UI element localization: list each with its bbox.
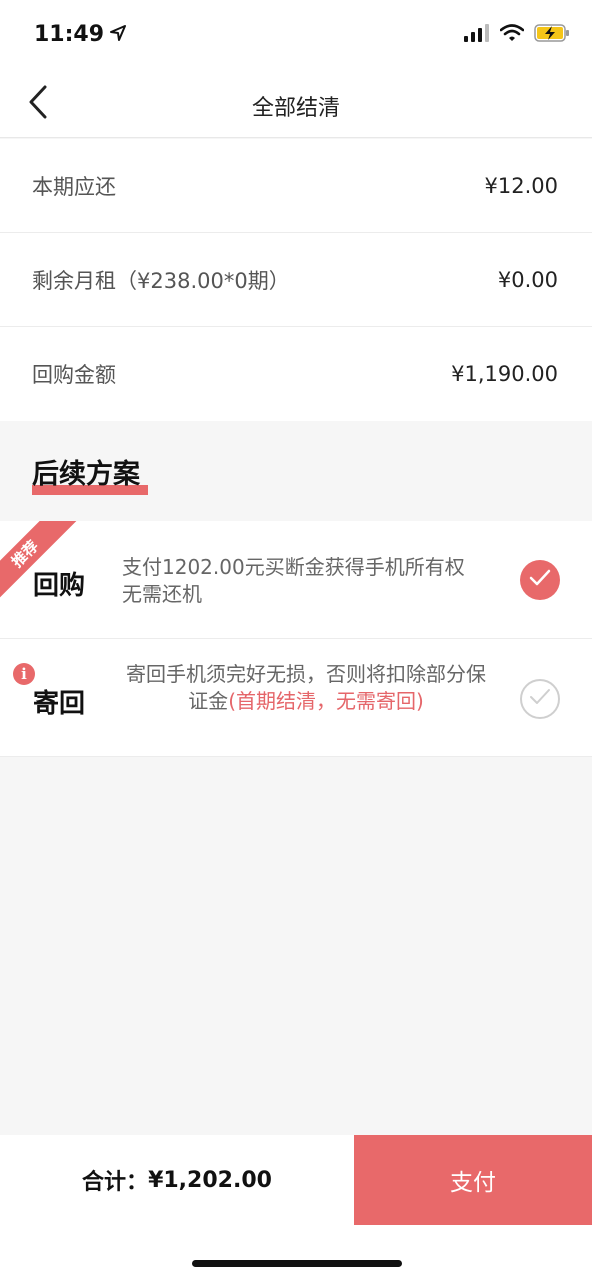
- plan-list: 推荐 回购 支付1202.00元买断金获得手机所有权无需还机 i 寄回 寄回手机…: [0, 521, 592, 757]
- amount-list: 本期应还 ¥12.00 剩余月租（¥238.00*0期） ¥0.00 回购金额 …: [0, 139, 592, 421]
- row-buyback-amount: 回购金额 ¥1,190.00: [0, 327, 592, 421]
- page: 11:49 全部结清 本期应还 ¥12.00 剩余月租（¥238.00*0期） …: [0, 0, 592, 1280]
- home-indicator[interactable]: [192, 1260, 402, 1267]
- row-value: ¥0.00: [497, 267, 558, 292]
- plan-description: 寄回手机须完好无损，否则将扣除部分保证金(首期结清，无需寄回): [122, 661, 490, 715]
- row-value: ¥12.00: [484, 173, 558, 198]
- plan-name: 回购: [33, 571, 86, 601]
- total-label: 合计：: [82, 1170, 149, 1195]
- plan-checkbox-unselected[interactable]: [520, 679, 560, 719]
- bottom-bar: 合计： ¥1,202.00 支付: [0, 1135, 592, 1225]
- plan-note: (首期结清，无需寄回): [228, 689, 424, 713]
- info-icon[interactable]: i: [13, 663, 35, 685]
- checkmark-icon: [529, 569, 551, 591]
- section-heading: 后续方案: [32, 452, 148, 495]
- total-summary: 合计： ¥1,202.00: [0, 1135, 354, 1225]
- signal-icon: [464, 24, 490, 46]
- row-label: 回购金额: [32, 363, 116, 387]
- section-title: 后续方案: [32, 459, 140, 490]
- status-time: 11:49: [34, 22, 105, 47]
- plan-description: 支付1202.00元买断金获得手机所有权无需还机: [122, 555, 465, 606]
- row-label: 本期应还: [32, 174, 116, 199]
- location-arrow-icon: [110, 22, 127, 47]
- page-title: 全部结清: [251, 96, 340, 121]
- status-icons: [464, 24, 570, 46]
- wifi-icon: [499, 24, 525, 46]
- status-time-group: 11:49: [34, 22, 127, 47]
- home-indicator-area: [0, 1225, 592, 1280]
- plan-return[interactable]: i 寄回 寄回手机须完好无损，否则将扣除部分保证金(首期结清，无需寄回): [0, 639, 592, 757]
- total-value: ¥1,202.00: [148, 1167, 272, 1193]
- plan-name: 寄回: [33, 689, 86, 719]
- status-bar: 11:49: [0, 0, 592, 72]
- battery-charging-icon: [534, 24, 570, 46]
- pay-button[interactable]: 支付: [354, 1135, 592, 1225]
- plan-checkbox-selected[interactable]: [520, 560, 560, 600]
- checkmark-icon: [529, 688, 551, 710]
- plan-buyback[interactable]: 推荐 回购 支付1202.00元买断金获得手机所有权无需还机: [0, 521, 592, 639]
- nav-bar: 全部结清: [0, 72, 592, 138]
- row-value: ¥1,190.00: [451, 362, 558, 386]
- row-label: 剩余月租（¥238.00*0期）: [32, 268, 290, 293]
- row-current-due: 本期应还 ¥12.00: [0, 139, 592, 233]
- row-remaining-rent: 剩余月租（¥238.00*0期） ¥0.00: [0, 233, 592, 327]
